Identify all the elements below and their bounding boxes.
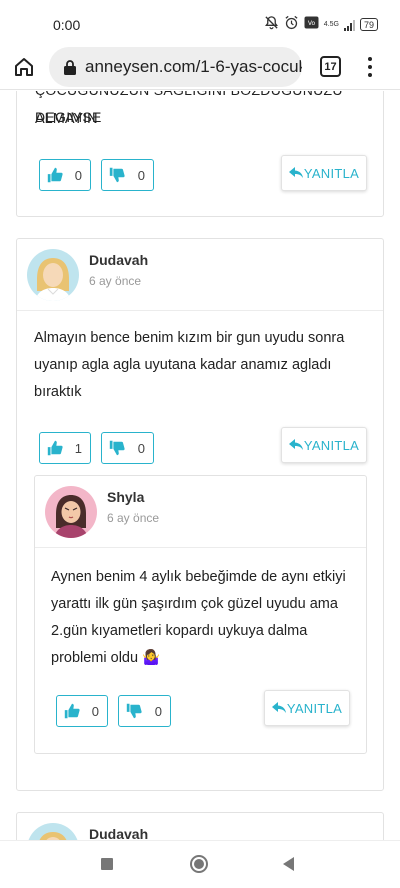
battery-level: 79	[363, 19, 374, 30]
mute-icon	[264, 15, 279, 34]
back-button[interactable]	[283, 857, 294, 871]
author-name[interactable]: Dudavah	[89, 826, 148, 840]
comment-header: Shyla 6 ay önce	[35, 476, 366, 548]
avatar[interactable]	[27, 249, 79, 301]
like-button[interactable]: 0	[39, 159, 91, 191]
tab-switcher-button[interactable]: 17	[320, 56, 341, 77]
comment-body: ALMAYIN	[35, 111, 98, 127]
author-name[interactable]: Dudavah	[89, 252, 148, 268]
reply-label: YANITLA	[303, 437, 360, 453]
comment-header: Dudavah	[17, 813, 383, 840]
menu-dot	[368, 57, 372, 61]
dislike-count: 0	[154, 703, 162, 719]
alarm-icon	[284, 15, 299, 34]
avatar-image	[27, 823, 79, 840]
like-button[interactable]: 0	[56, 695, 108, 727]
browser-menu-button[interactable]	[364, 56, 376, 78]
thumbs-up-icon	[47, 440, 63, 456]
comment-card: Dudavah 6 ay önce Almayın bence benim kı…	[16, 238, 384, 791]
status-bar: 0:00 Vo 4.5G 79	[0, 0, 400, 44]
reply-label: YANITLA	[303, 165, 360, 181]
signal-icon	[343, 19, 355, 31]
menu-dot	[368, 73, 372, 77]
comments-section: ÇOCUGUNUZUN SAGLIGINI BOZDUGUNUZU DEGIMS…	[0, 91, 400, 840]
status-icons: Vo 4.5G 79	[264, 15, 378, 34]
dislike-count: 0	[137, 440, 145, 456]
author-name[interactable]: Shyla	[107, 489, 144, 505]
dislike-button[interactable]: 0	[118, 695, 171, 727]
comment-time: 6 ay önce	[89, 274, 142, 288]
avatar-image	[27, 249, 79, 301]
like-count: 1	[74, 440, 82, 456]
comment-card: ÇOCUGUNUZUN SAGLIGINI BOZDUGUNUZU DEGIMS…	[16, 91, 384, 217]
reply-icon	[288, 167, 303, 178]
reply-icon	[288, 439, 303, 450]
address-bar[interactable]: anneysen.com/1-6-yas-cocuk	[49, 47, 302, 87]
comment-header: Dudavah 6 ay önce	[17, 239, 383, 311]
volte-icon: Vo	[304, 16, 319, 33]
reply-label: YANITLA	[286, 700, 343, 716]
home-nav-button[interactable]	[190, 855, 208, 873]
avatar[interactable]	[45, 486, 97, 538]
comment-card: Dudavah	[16, 812, 384, 840]
thumbs-up-icon	[47, 167, 63, 183]
comment-body: Aynen benim 4 aylık bebeğimde de aynı et…	[51, 569, 346, 666]
reply-icon	[271, 702, 286, 713]
avatar-image	[45, 486, 97, 538]
thumbs-down-icon	[126, 703, 142, 719]
url-text: anneysen.com/1-6-yas-cocuk	[85, 57, 302, 76]
dislike-button[interactable]: 0	[101, 159, 154, 191]
dislike-count: 0	[137, 167, 145, 183]
status-time: 0:00	[53, 17, 81, 33]
network-type: 4.5G	[323, 21, 339, 28]
reply-card: Shyla 6 ay önce Aynen benim 4 aylık bebe…	[34, 475, 367, 754]
recents-button[interactable]	[101, 858, 113, 870]
tab-count: 17	[324, 60, 337, 73]
reply-button[interactable]: YANITLA	[264, 690, 350, 726]
thumbs-down-icon	[109, 440, 125, 456]
system-nav-bar	[0, 840, 400, 888]
dislike-button[interactable]: 0	[101, 432, 154, 464]
thumbs-down-icon	[109, 167, 125, 183]
home-button[interactable]	[12, 55, 36, 79]
like-button[interactable]: 1	[39, 432, 91, 464]
reply-button[interactable]: YANITLA	[281, 155, 367, 191]
lock-icon	[64, 60, 76, 75]
thumbs-up-icon	[64, 703, 80, 719]
battery-icon: 79	[359, 18, 378, 31]
like-count: 0	[74, 167, 82, 183]
avatar[interactable]	[27, 823, 79, 840]
like-count: 0	[91, 703, 99, 719]
home-icon	[15, 58, 33, 76]
svg-text:Vo: Vo	[308, 20, 316, 27]
menu-dot	[368, 65, 372, 69]
reply-button[interactable]: YANITLA	[281, 427, 367, 463]
browser-toolbar: anneysen.com/1-6-yas-cocuk 17	[0, 44, 400, 90]
comment-time: 6 ay önce	[107, 511, 160, 525]
comment-body: Almayın bence benim kızım bir gun uyudu …	[34, 330, 345, 400]
